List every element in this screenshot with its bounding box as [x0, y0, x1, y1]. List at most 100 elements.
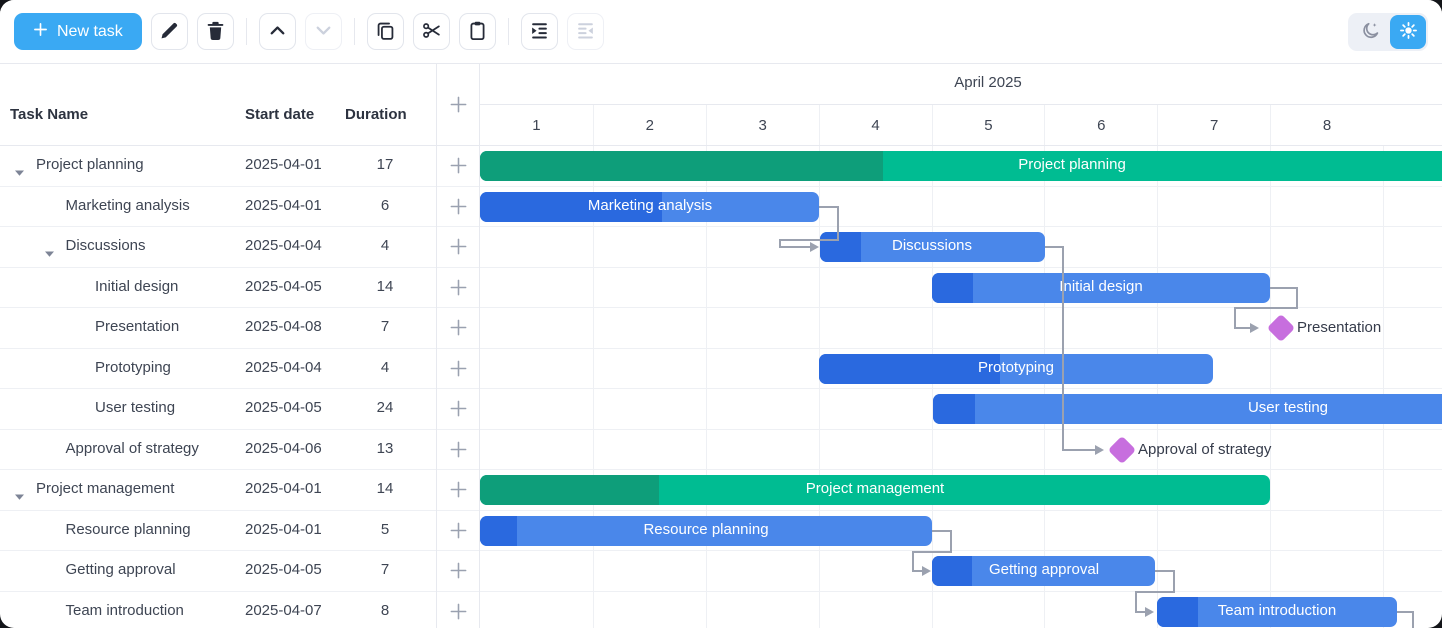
add-subtask-button[interactable] — [437, 187, 479, 228]
add-subtask-button[interactable] — [437, 470, 479, 511]
add-subtask-button[interactable] — [437, 389, 479, 430]
add-column-button[interactable] — [448, 94, 469, 115]
task-duration-cell: 17 — [345, 156, 425, 173]
scissors-icon — [421, 20, 442, 44]
project-bar[interactable]: Project planning — [480, 151, 1442, 181]
task-grid: Task Name Start date Duration Project pl… — [0, 64, 437, 628]
day-header-cell: 8 — [1270, 105, 1383, 145]
day-header-cell: 4 — [819, 105, 932, 145]
task-row[interactable]: Marketing analysis2025-04-016 — [0, 187, 436, 228]
task-bar[interactable]: Marketing analysis — [480, 192, 819, 222]
column-header-start-date[interactable]: Start date — [245, 106, 314, 123]
bar-label: User testing — [1248, 399, 1328, 416]
progress-fill — [932, 556, 972, 586]
add-subtask-button[interactable] — [437, 308, 479, 349]
task-row[interactable]: Presentation2025-04-087 — [0, 308, 436, 349]
task-duration-cell: 14 — [345, 480, 425, 497]
expand-caret-icon[interactable] — [15, 487, 24, 505]
bar-label: Marketing analysis — [588, 197, 712, 214]
task-duration-cell: 14 — [345, 278, 425, 295]
column-header-task-name[interactable]: Task Name — [10, 106, 88, 123]
task-row[interactable]: User testing2025-04-0524 — [0, 389, 436, 430]
bar-label: Getting approval — [989, 561, 1099, 578]
task-bar[interactable]: Team introduction — [1157, 597, 1397, 627]
plus-icon — [33, 22, 48, 42]
task-row[interactable]: Discussions2025-04-044 — [0, 227, 436, 268]
chevron-down-icon — [313, 20, 334, 44]
task-name-cell: Presentation — [95, 318, 179, 335]
paste-button[interactable] — [459, 13, 496, 50]
task-name-cell: Discussions — [66, 237, 146, 254]
chart-area: Project planning Marketing analysis Discus… — [480, 146, 1442, 628]
add-subtask-button[interactable] — [437, 268, 479, 309]
task-name-cell: Marketing analysis — [66, 197, 190, 214]
task-bar[interactable]: Resource planning — [480, 516, 932, 546]
new-task-button[interactable]: New task — [14, 13, 142, 50]
add-subtask-button[interactable] — [437, 349, 479, 390]
toolbar-separator — [354, 18, 355, 45]
month-label: April 2025 — [954, 74, 1022, 91]
add-subtask-button[interactable] — [437, 592, 479, 628]
task-duration-cell: 13 — [345, 440, 425, 457]
add-subtask-button[interactable] — [437, 146, 479, 187]
milestone-label: Approval of strategy — [1138, 441, 1271, 458]
trash-icon — [205, 20, 226, 44]
task-start-cell: 2025-04-01 — [245, 480, 322, 497]
task-row[interactable]: Project management2025-04-0114 — [0, 470, 436, 511]
task-name-cell: Prototyping — [95, 359, 171, 376]
task-name-cell: Project planning — [36, 156, 144, 173]
task-row[interactable]: Team introduction2025-04-078 — [0, 592, 436, 628]
progress-fill — [480, 475, 659, 505]
day-header-cell: 1 — [480, 105, 593, 145]
light-mode-button[interactable] — [1390, 15, 1426, 49]
dark-mode-button[interactable] — [1350, 15, 1390, 49]
progress-fill — [820, 232, 861, 262]
add-subtask-button[interactable] — [437, 551, 479, 592]
task-start-cell: 2025-04-01 — [245, 156, 322, 173]
task-duration-cell: 4 — [345, 237, 425, 254]
delete-task-button[interactable] — [197, 13, 234, 50]
task-row[interactable]: Prototyping2025-04-044 — [0, 349, 436, 390]
toolbar-separator — [508, 18, 509, 45]
task-row[interactable]: Initial design 2025-04-05 14 — [0, 268, 436, 309]
progress-fill — [480, 151, 883, 181]
cut-button[interactable] — [413, 13, 450, 50]
grid-rows: Project planning 2025-04-01 17 Marketing an… — [0, 146, 436, 628]
task-bar[interactable]: User testing — [933, 394, 1442, 424]
task-start-cell: 2025-04-05 — [245, 278, 322, 295]
day-header-cell: 6 — [1044, 105, 1157, 145]
task-bar[interactable]: Discussions — [820, 232, 1045, 262]
gantt-app: New task — [0, 0, 1442, 628]
moon-icon — [1360, 20, 1381, 44]
copy-button[interactable] — [367, 13, 404, 50]
task-row[interactable]: Project planning 2025-04-01 17 — [0, 146, 436, 187]
progress-fill — [933, 394, 975, 424]
indent-icon — [529, 20, 550, 44]
task-bar[interactable]: Initial design — [932, 273, 1270, 303]
task-bar[interactable]: Prototyping — [819, 354, 1213, 384]
task-row[interactable]: Approval of strategy2025-04-0613 — [0, 430, 436, 471]
add-subtask-button[interactable] — [437, 227, 479, 268]
task-name-cell: Initial design — [95, 278, 178, 295]
task-bar[interactable]: Getting approval — [932, 556, 1155, 586]
timeline: April 2025 12345678 Project planningMark… — [480, 64, 1442, 628]
task-row[interactable]: Getting approval2025-04-057 — [0, 551, 436, 592]
toolbar-separator — [246, 18, 247, 45]
bar-label: Team introduction — [1218, 602, 1336, 619]
task-duration-cell: 8 — [345, 602, 425, 619]
expand-caret-icon[interactable] — [45, 244, 54, 262]
bar-label: Project planning — [1018, 156, 1126, 173]
add-subtask-button[interactable] — [437, 511, 479, 552]
bar-label: Prototyping — [978, 359, 1054, 376]
indent-button[interactable] — [521, 13, 558, 50]
add-subtask-button[interactable] — [437, 430, 479, 471]
bar-label: Initial design — [1059, 278, 1142, 295]
task-row[interactable]: Resource planning2025-04-015 — [0, 511, 436, 552]
toolbar-left-group: New task — [14, 13, 604, 50]
add-column-header — [437, 64, 479, 146]
project-bar[interactable]: Project management — [480, 475, 1270, 505]
expand-caret-icon[interactable] — [15, 163, 24, 181]
column-header-duration[interactable]: Duration — [345, 106, 407, 123]
move-up-button[interactable] — [259, 13, 296, 50]
edit-task-button[interactable] — [151, 13, 188, 50]
